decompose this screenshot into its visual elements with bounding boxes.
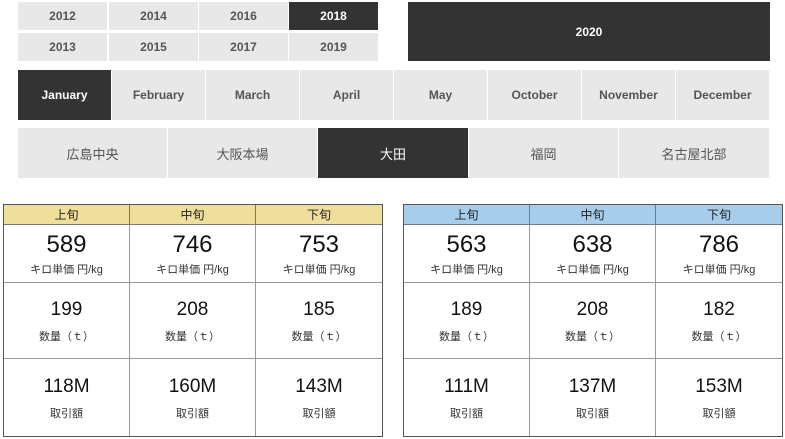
unit-price-label: キロ単価 円/kg: [556, 263, 629, 276]
month-tab-november[interactable]: November: [582, 70, 675, 120]
amount-value: 153M: [695, 375, 743, 397]
right-header-mid: 中旬: [530, 205, 656, 225]
month-tab-december[interactable]: December: [676, 70, 769, 120]
right-header-late: 下旬: [656, 205, 782, 225]
right-amount-cell-late: 153M 取引額: [656, 359, 782, 436]
quantity-label: 数量（ｔ）: [565, 330, 620, 343]
region-tab-hiroshima[interactable]: 広島中央: [18, 128, 167, 178]
year-button-2014[interactable]: 2014: [109, 2, 198, 30]
unit-price-value: 589: [46, 230, 87, 258]
amount-value: 137M: [568, 375, 617, 397]
unit-price-label: キロ単価 円/kg: [282, 263, 356, 276]
unit-price-label: キロ単価 円/kg: [156, 263, 229, 276]
month-tab-october[interactable]: October: [488, 70, 581, 120]
year-button-2012[interactable]: 2012: [18, 2, 107, 30]
unit-price-label: キロ単価 円/kg: [682, 263, 756, 276]
left-qty-cell-mid: 208 数量（ｔ）: [130, 283, 256, 359]
left-qty-cell-early: 199 数量（ｔ）: [4, 283, 130, 359]
amount-label: 取引額: [50, 407, 83, 420]
unit-price-value: 746: [172, 230, 213, 258]
right-price-cell-late: 786 キロ単価 円/kg: [656, 225, 782, 283]
month-tab-march[interactable]: March: [206, 70, 299, 120]
quantity-label: 数量（ｔ）: [691, 330, 747, 343]
year-button-2017[interactable]: 2017: [199, 33, 288, 61]
amount-label: 取引額: [176, 407, 209, 420]
unit-price-value: 563: [446, 230, 487, 258]
left-amount-cell-mid: 160M 取引額: [130, 359, 256, 436]
year-button-2019[interactable]: 2019: [289, 33, 378, 61]
left-header-late: 下旬: [256, 205, 382, 225]
year-button-2020[interactable]: 2020: [408, 2, 770, 61]
amount-value: 111M: [444, 375, 489, 397]
quantity-label: 数量（ｔ）: [165, 330, 220, 343]
right-amount-cell-mid: 137M 取引額: [530, 359, 656, 436]
left-amount-cell-early: 118M 取引額: [4, 359, 130, 436]
quantity-value: 199: [50, 298, 83, 320]
right-amount-cell-early: 111M 取引額: [404, 359, 530, 436]
left-price-cell-early: 589 キロ単価 円/kg: [4, 225, 130, 283]
amount-label: 取引額: [450, 407, 483, 420]
year-button-2016[interactable]: 2016: [199, 2, 288, 30]
left-header-mid: 中旬: [130, 205, 256, 225]
region-tab-ota[interactable]: 大田: [318, 128, 468, 178]
right-qty-cell-mid: 208 数量（ｔ）: [530, 283, 656, 359]
quantity-label: 数量（ｔ）: [291, 330, 347, 343]
quantity-value: 182: [703, 298, 735, 320]
amount-label: 取引額: [302, 407, 336, 420]
unit-price-value: 786: [698, 230, 740, 258]
region-tab-fukuoka[interactable]: 福岡: [469, 128, 618, 178]
right-header-early: 上旬: [404, 205, 530, 225]
left-price-cell-mid: 746 キロ単価 円/kg: [130, 225, 256, 283]
amount-value: 143M: [295, 375, 343, 397]
right-qty-cell-early: 189 数量（ｔ）: [404, 283, 530, 359]
quantity-value: 208: [576, 298, 609, 320]
unit-price-label: キロ単価 円/kg: [430, 263, 503, 276]
quantity-value: 189: [450, 298, 483, 320]
region-tab-nagoya[interactable]: 名古屋北部: [619, 128, 769, 178]
quantity-value: 185: [303, 298, 335, 320]
amount-label: 取引額: [576, 407, 609, 420]
right-price-cell-mid: 638 キロ単価 円/kg: [530, 225, 656, 283]
unit-price-value: 753: [298, 230, 340, 258]
region-tab-osaka[interactable]: 大阪本場: [168, 128, 317, 178]
left-price-cell-late: 753 キロ単価 円/kg: [256, 225, 382, 283]
quantity-value: 208: [176, 298, 209, 320]
amount-value: 160M: [168, 375, 217, 397]
year-button-2015[interactable]: 2015: [109, 33, 198, 61]
left-qty-cell-late: 185 数量（ｔ）: [256, 283, 382, 359]
quantity-label: 数量（ｔ）: [439, 330, 494, 343]
left-header-early: 上旬: [4, 205, 130, 225]
quantity-label: 数量（ｔ）: [39, 330, 94, 343]
right-price-cell-early: 563 キロ単価 円/kg: [404, 225, 530, 283]
unit-price-label: キロ単価 円/kg: [30, 263, 103, 276]
month-tab-january[interactable]: January: [18, 70, 111, 120]
right-qty-cell-late: 182 数量（ｔ）: [656, 283, 782, 359]
month-tab-april[interactable]: April: [300, 70, 393, 120]
year-button-2018[interactable]: 2018: [289, 2, 378, 30]
month-tab-february[interactable]: February: [112, 70, 205, 120]
amount-label: 取引額: [702, 407, 736, 420]
year-button-2013[interactable]: 2013: [18, 33, 107, 61]
month-tab-may[interactable]: May: [394, 70, 487, 120]
unit-price-value: 638: [572, 230, 613, 258]
left-amount-cell-late: 143M 取引額: [256, 359, 382, 436]
amount-value: 118M: [43, 375, 90, 397]
